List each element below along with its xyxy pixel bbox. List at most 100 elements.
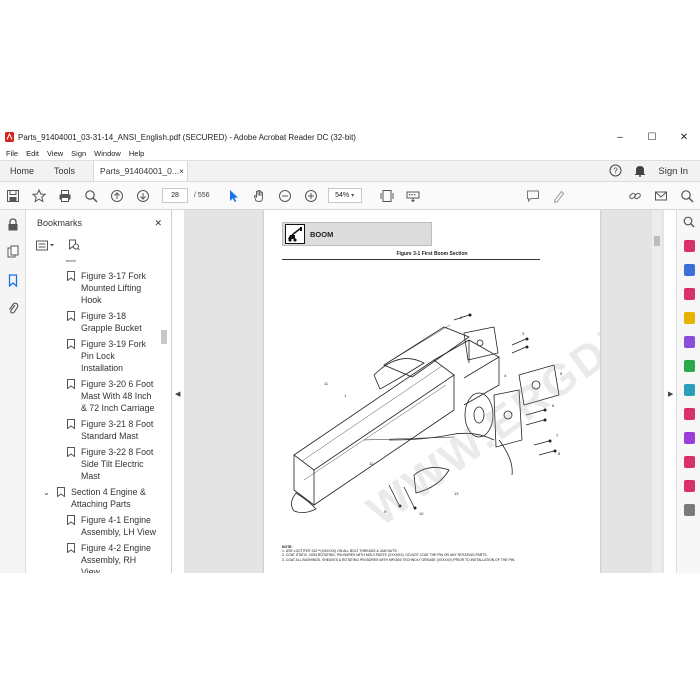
svg-text:7: 7 (556, 433, 559, 438)
svg-text:1: 1 (344, 393, 347, 398)
lock-icon[interactable] (0, 210, 26, 238)
bookmark-label: Section 4 Engine & Attaching Parts (71, 487, 146, 509)
section-title: BOOM (310, 229, 334, 239)
zoom-level-field[interactable]: 54% ▾ (327, 188, 362, 203)
help-icon[interactable]: ? (609, 164, 622, 179)
bookmark-item[interactable]: Figure 4-1 Engine Assembly, LH View (26, 514, 160, 538)
notification-bell-icon[interactable] (634, 164, 646, 179)
maximize-button[interactable]: ☐ (636, 128, 668, 146)
bookmark-flag-icon (67, 271, 75, 282)
compress-pdf-icon[interactable] (677, 378, 700, 402)
acrobat-app-icon (5, 132, 14, 142)
zoom-dropdown-chevron-icon: ▾ (351, 193, 355, 199)
bookmark-item[interactable]: Figure 4-2 Engine Assembly, RH View (26, 542, 160, 573)
tool-color-icon (683, 360, 695, 372)
edit-pdf-icon[interactable] (677, 258, 700, 282)
highlight-pen-icon[interactable] (546, 186, 572, 206)
email-icon[interactable] (648, 186, 674, 206)
zoom-search-icon[interactable] (78, 186, 104, 206)
bookmark-item[interactable]: Figure 3-21 8 Foot Standard Mast (26, 418, 160, 442)
bookmark-flag-icon (67, 543, 75, 554)
keyboard-icon[interactable] (400, 186, 426, 206)
bookmark-options-icon[interactable] (36, 238, 56, 256)
tool-color-icon (683, 432, 695, 444)
zoom-tool-icon[interactable] (677, 210, 700, 234)
document-tab-close-button[interactable]: × (179, 166, 184, 176)
attachments-paperclip-icon[interactable] (0, 294, 26, 322)
bookmark-flag-icon (67, 419, 75, 430)
bookmarks-scrollbar[interactable] (160, 260, 168, 573)
search-icon[interactable] (674, 186, 700, 206)
figure-title: Figure 3-1 First Boom Section (396, 251, 468, 257)
tool-color-icon (683, 240, 695, 252)
bookmark-item[interactable]: Figure 3-18 Grapple Bucket (26, 310, 160, 334)
hand-tool-icon[interactable] (246, 186, 272, 206)
page-number-input[interactable]: 28 (162, 188, 188, 203)
document-view[interactable]: BOOM Figure 3-1 First Boom Section 1 2 3… (184, 210, 664, 573)
menu-help[interactable]: Help (129, 149, 144, 158)
menu-edit[interactable]: Edit (26, 149, 39, 158)
collapse-left-panel-icon[interactable]: ◀ (175, 390, 180, 398)
zoom-in-icon[interactable] (298, 186, 324, 206)
zoom-out-icon[interactable] (272, 186, 298, 206)
bookmarks-header: Bookmarks ✕ (26, 210, 171, 236)
menu-sign[interactable]: Sign (71, 149, 86, 158)
combine-files-icon[interactable] (677, 330, 700, 354)
tab-tools[interactable]: Tools (44, 161, 85, 181)
tool-color-icon (683, 336, 695, 348)
bookmark-item[interactable]: Figure 3-22 8 Foot Side Tilt Electric Ma… (26, 446, 160, 482)
create-pdf-icon[interactable] (677, 234, 700, 258)
bookmark-label: Figure 4-2 Engine Assembly, RH View (81, 543, 151, 573)
menu-view[interactable]: View (47, 149, 63, 158)
chevron-down-icon[interactable]: ⌄ (43, 487, 50, 499)
export-pdf-icon[interactable] (677, 282, 700, 306)
save-icon[interactable] (0, 186, 26, 206)
comment-icon[interactable] (520, 186, 546, 206)
page-fit-icon[interactable] (374, 186, 400, 206)
tab-home[interactable]: Home (0, 161, 44, 181)
print-icon[interactable] (52, 186, 78, 206)
select-cursor-icon[interactable] (220, 186, 246, 206)
organize-pages-icon[interactable] (677, 354, 700, 378)
title-bar: Parts_91404001_03-31-14_ANSI_English.pdf… (0, 128, 700, 146)
document-scroll-thumb[interactable] (654, 236, 660, 246)
page-total: / 556 (194, 192, 210, 199)
close-bookmarks-button[interactable]: ✕ (154, 218, 162, 229)
close-window-button[interactable]: ✕ (668, 128, 700, 146)
bookmarks-panel-icon[interactable] (0, 266, 26, 294)
tab-document[interactable]: Parts_91404001_0... × (93, 161, 189, 181)
bookmark-item[interactable]: Figure 3-20 6 Foot Mast With 48 Inch & 7… (26, 378, 160, 414)
tab-bar: Home Tools Parts_91404001_0... × ? Sign … (0, 160, 700, 182)
minimize-button[interactable]: – (604, 128, 636, 146)
section-header: BOOM (282, 222, 432, 246)
sign-in-button[interactable]: Sign In (658, 166, 688, 177)
collapse-right-panel-icon[interactable]: ▶ (668, 390, 673, 398)
bookmark-item[interactable]: Figure 3-19 Fork Pin Lock Installation (26, 338, 160, 374)
send-for-signature-icon[interactable] (677, 426, 700, 450)
next-page-icon[interactable] (130, 186, 156, 206)
bookmark-label: Figure 4-1 Engine Assembly, LH View (81, 515, 156, 537)
menu-window[interactable]: Window (94, 149, 121, 158)
bookmarks-scroll-thumb[interactable] (161, 330, 167, 344)
main-toolbar: 28 / 556 54% ▾ (0, 182, 700, 210)
bookmark-section-item[interactable]: ⌄ Section 4 Engine & Attaching Parts (26, 486, 160, 510)
document-scrollbar[interactable] (652, 210, 662, 573)
bookmark-star-icon[interactable] (26, 186, 52, 206)
previous-page-icon[interactable] (104, 186, 130, 206)
bookmark-label: Figure 3-20 6 Foot Mast With 48 Inch & 7… (81, 379, 155, 413)
comment-tool-icon[interactable] (677, 306, 700, 330)
bookmark-flag-icon (67, 339, 75, 350)
scan-ocr-icon[interactable] (677, 498, 700, 522)
find-bookmark-icon[interactable] (68, 238, 80, 256)
tool-color-icon (683, 504, 695, 516)
protect-icon[interactable] (677, 450, 700, 474)
bookmark-flag-icon (67, 515, 75, 526)
share-link-icon[interactable] (622, 186, 648, 206)
page-thumbnails-icon[interactable] (0, 238, 26, 266)
bookmark-item[interactable]: Figure 3-17 Fork Mounted Lifting Hook (26, 270, 160, 306)
tool-color-icon (683, 480, 695, 492)
fill-sign-icon[interactable] (677, 402, 700, 426)
tool-color-icon (683, 288, 695, 300)
menu-file[interactable]: File (6, 149, 18, 158)
more-tools-icon[interactable] (677, 474, 700, 498)
